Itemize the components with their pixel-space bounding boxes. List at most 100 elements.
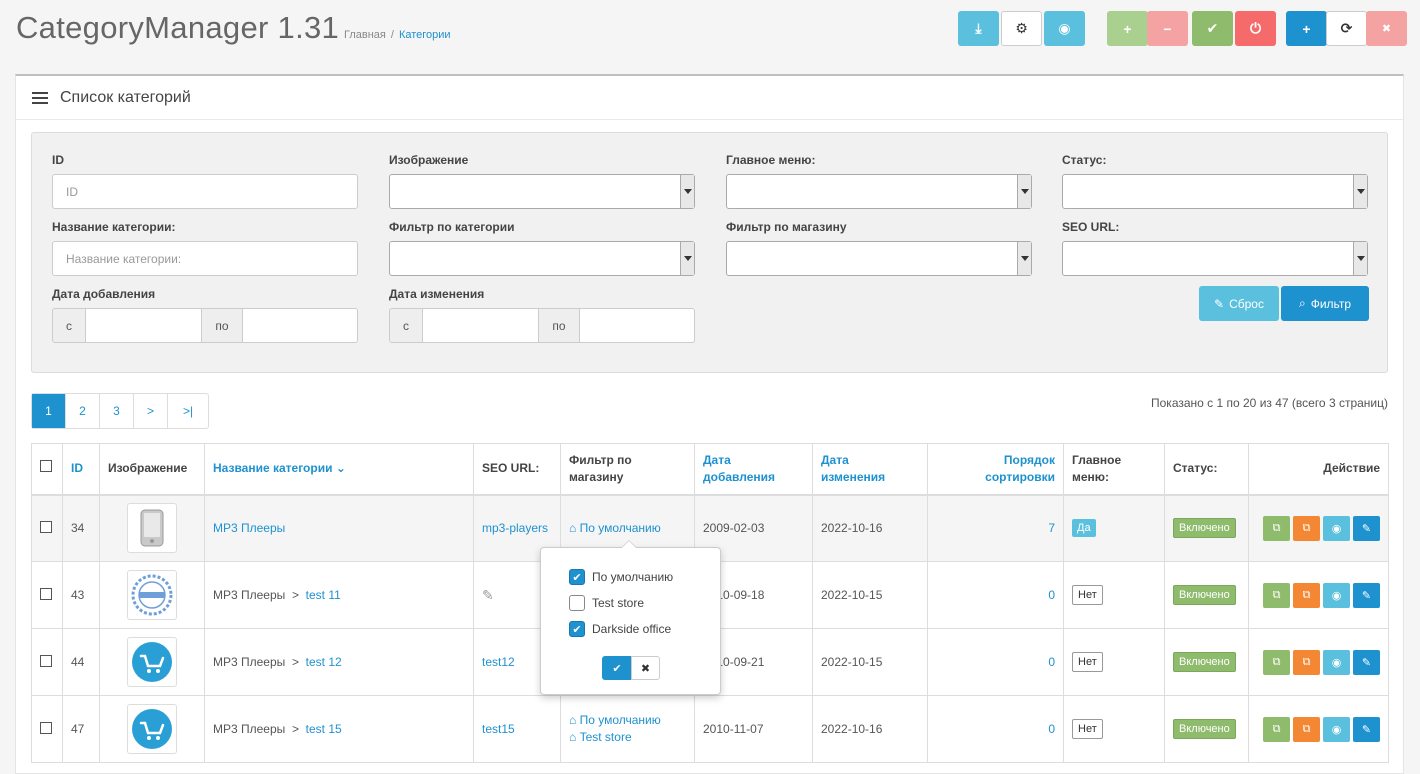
row-sort-link[interactable]: 0 [1048, 722, 1055, 736]
added-header-line1: Дата [703, 452, 731, 467]
row-store-link[interactable]: ⌂ По умолчанию [569, 713, 661, 727]
menu-badge[interactable]: Нет [1072, 585, 1103, 605]
popover-option-test-store[interactable]: Test store [569, 595, 644, 611]
settings-button[interactable]: ⚙ [1001, 11, 1042, 46]
edit-button[interactable]: ✎ [1353, 515, 1380, 541]
date-added-from-input[interactable] [85, 308, 202, 343]
status-select[interactable] [1062, 174, 1368, 209]
row-seo-link[interactable]: mp3-players [482, 521, 548, 535]
breadcrumb-current[interactable]: Категории [399, 29, 451, 41]
menu-badge[interactable]: Нет [1072, 652, 1103, 672]
name-input[interactable]: Название категории: [52, 241, 358, 276]
cart-logo-thumbnail[interactable] [127, 704, 177, 754]
enable-button[interactable]: ✔ [1192, 11, 1233, 46]
duplicate-button[interactable]: ⧉ [1293, 515, 1320, 541]
date-added-header[interactable]: Дата добавления [694, 443, 813, 496]
row-seo-link[interactable]: test15 [482, 722, 515, 736]
duplicate-button[interactable]: ⧉ [1293, 582, 1320, 608]
status-badge[interactable]: Включено [1173, 585, 1236, 605]
sort-order-header[interactable]: Порядок сортировки [927, 443, 1064, 496]
row-name-link[interactable]: test 11 [306, 588, 341, 602]
main-menu-select[interactable] [726, 174, 1032, 209]
popover-option-darkside[interactable]: ✔ Darkside office [569, 621, 671, 637]
row-sort-link[interactable]: 0 [1048, 655, 1055, 669]
date-modified-to-addon: по [538, 308, 580, 343]
id-input[interactable]: ID [52, 174, 358, 209]
pencil-icon[interactable]: ✎ [482, 587, 494, 603]
disable-button[interactable]: ⏻ [1235, 11, 1276, 46]
popover-cancel-button[interactable]: ✖ [631, 656, 660, 680]
date-added-to-addon: по [201, 308, 243, 343]
store-filter-select[interactable] [726, 241, 1032, 276]
page-next[interactable]: > [134, 394, 168, 428]
collapse-button[interactable]: − [1147, 11, 1188, 46]
status-badge[interactable]: Включено [1173, 719, 1236, 739]
checkbox-unchecked-icon[interactable] [569, 595, 585, 611]
page-last[interactable]: >| [168, 394, 208, 428]
row-seo-link[interactable]: test12 [482, 655, 515, 669]
edit-button[interactable]: ✎ [1353, 716, 1380, 742]
select-all-checkbox[interactable] [40, 460, 52, 473]
page-1[interactable]: 1 [32, 394, 66, 428]
row-store-link[interactable]: ⌂ Test store [569, 730, 632, 744]
download-button[interactable]: ⤓ [958, 11, 999, 46]
name-header-label: Название категории [213, 461, 333, 476]
menu-badge[interactable]: Да [1072, 519, 1096, 538]
name-header[interactable]: Название категории ⌄ [204, 443, 474, 496]
stamp-thumbnail[interactable] [127, 570, 177, 620]
category-filter-select[interactable] [389, 241, 695, 276]
menu-header-line2: меню: [1072, 469, 1110, 484]
row-id: 43 [62, 561, 100, 629]
popover-option-default[interactable]: ✔ По умолчанию [569, 569, 673, 585]
row-date-modified: 2022-10-15 [812, 561, 928, 629]
view-button[interactable]: ◉ [1323, 716, 1350, 742]
row-checkbox[interactable] [40, 520, 52, 533]
date-modified-header[interactable]: Дата изменения [812, 443, 928, 496]
date-modified-to-input[interactable] [579, 308, 695, 343]
row-name-link[interactable]: test 15 [306, 722, 342, 736]
id-header[interactable]: ID [62, 443, 100, 496]
reset-button[interactable]: ✎ Сброс [1199, 286, 1279, 321]
copy-button[interactable]: ⧉ [1263, 716, 1290, 742]
copy-button[interactable]: ⧉ [1263, 515, 1290, 541]
row-name-link[interactable]: test 12 [306, 655, 342, 669]
page-3[interactable]: 3 [100, 394, 134, 428]
breadcrumb-home[interactable]: Главная [344, 29, 386, 41]
image-select[interactable] [389, 174, 695, 209]
row-checkbox[interactable] [40, 654, 52, 667]
checkbox-checked-icon[interactable]: ✔ [569, 621, 585, 637]
page-2[interactable]: 2 [66, 394, 100, 428]
checkbox-checked-icon[interactable]: ✔ [569, 569, 585, 585]
status-badge[interactable]: Включено [1173, 518, 1236, 539]
row-sort-link[interactable]: 0 [1048, 588, 1055, 602]
view-button[interactable]: ◉ [1323, 582, 1350, 608]
popover-confirm-button[interactable]: ✔ [602, 656, 632, 680]
row-checkbox[interactable] [40, 587, 52, 600]
copy-button[interactable]: ⧉ [1263, 649, 1290, 675]
edit-button[interactable]: ✎ [1353, 649, 1380, 675]
seo-select[interactable] [1062, 241, 1368, 276]
preview-button[interactable]: ◉ [1044, 11, 1085, 46]
date-added-to-input[interactable] [242, 308, 358, 343]
view-button[interactable]: ◉ [1323, 515, 1350, 541]
ipod-thumbnail[interactable] [127, 503, 177, 554]
duplicate-button[interactable]: ⧉ [1293, 716, 1320, 742]
menu-badge[interactable]: Нет [1072, 719, 1103, 739]
status-badge[interactable]: Включено [1173, 652, 1236, 672]
duplicate-button[interactable]: ⧉ [1293, 649, 1320, 675]
row-name-link[interactable]: MP3 Плееры [213, 521, 285, 535]
cart-logo-thumbnail[interactable] [127, 637, 177, 687]
row-status-cell: Включено [1164, 494, 1249, 562]
refresh-button[interactable]: ⟳ [1326, 11, 1367, 46]
expand-button[interactable]: + [1107, 11, 1148, 46]
row-store-link[interactable]: ⌂ По умолчанию [569, 521, 661, 535]
view-button[interactable]: ◉ [1323, 649, 1350, 675]
date-modified-from-input[interactable] [422, 308, 539, 343]
filter-button[interactable]: ⌕ Фильтр [1281, 286, 1369, 321]
add-button[interactable]: + [1286, 11, 1327, 46]
delete-button[interactable]: ✖ [1366, 11, 1407, 46]
edit-button[interactable]: ✎ [1353, 582, 1380, 608]
row-sort-link[interactable]: 7 [1048, 521, 1055, 535]
row-checkbox[interactable] [40, 721, 52, 734]
copy-button[interactable]: ⧉ [1263, 582, 1290, 608]
